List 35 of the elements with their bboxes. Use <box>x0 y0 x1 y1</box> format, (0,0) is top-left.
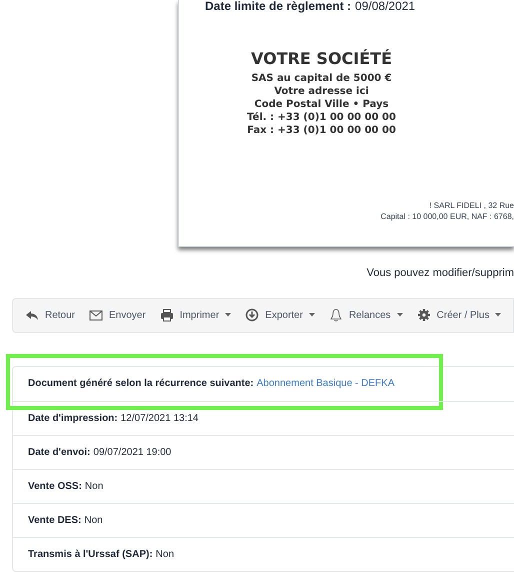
company-info-line: Votre adresse ici <box>274 85 369 98</box>
toolbar-button[interactable]: Retour <box>25 308 76 322</box>
detail-value: 12/07/2021 13:14 <box>120 412 198 426</box>
detail-label: Vente DES: <box>28 514 82 528</box>
company-info-line: Fax : +33 (0)1 00 00 00 00 <box>247 124 396 137</box>
printer-icon <box>160 308 174 322</box>
company-info-line: SAS au capital de 5000 € <box>251 72 392 85</box>
bell-icon <box>328 308 343 322</box>
footer-line: Capital : 10 000,00 EUR, NAF : 6768, <box>380 211 514 222</box>
notice-text: Vous pouvez modifier/supprim <box>366 266 514 281</box>
detail-label: Date d'envoi: <box>28 446 90 460</box>
company-name: VOTRE SOCIÉTÉ <box>250 48 392 70</box>
due-date-label: Date limite de règlement : <box>205 0 352 12</box>
detail-label: Date d'impression: <box>28 412 118 426</box>
detail-value: Non <box>84 480 104 494</box>
detail-value: Non <box>156 548 174 562</box>
toolbar-button[interactable]: Envoyer <box>89 308 146 322</box>
toolbar-button[interactable]: Exporter <box>245 308 315 322</box>
company-info-line: Tél. : +33 (0)1 00 00 00 00 <box>247 111 396 124</box>
footer-line: ! SARL FIDELI , 32 Rue <box>429 200 514 211</box>
company-info-line: Code Postal Ville • Pays <box>254 98 389 111</box>
detail-label: Vente OSS: <box>28 480 82 494</box>
detail-label: Transmis à l'Urssaf (SAP): <box>28 548 153 562</box>
reply-arrow-icon <box>25 308 39 322</box>
envelope-icon <box>89 308 104 322</box>
detail-value: 09/07/2021 19:00 <box>93 446 172 460</box>
due-date: 09/08/2021 <box>355 0 416 12</box>
toolbar-button[interactable]: Créer / Plus <box>416 308 502 322</box>
detail-value: Non <box>84 514 103 528</box>
detail-label: Document généré selon la récurrence suivante: <box>28 377 254 391</box>
toolbar-button[interactable]: Imprimer <box>160 308 232 322</box>
download-icon <box>245 308 260 322</box>
gear-icon <box>416 308 431 322</box>
recurrence-link[interactable]: Abonnement Basique - DEFKA <box>256 376 394 391</box>
toolbar-button[interactable]: Relances <box>328 308 403 322</box>
